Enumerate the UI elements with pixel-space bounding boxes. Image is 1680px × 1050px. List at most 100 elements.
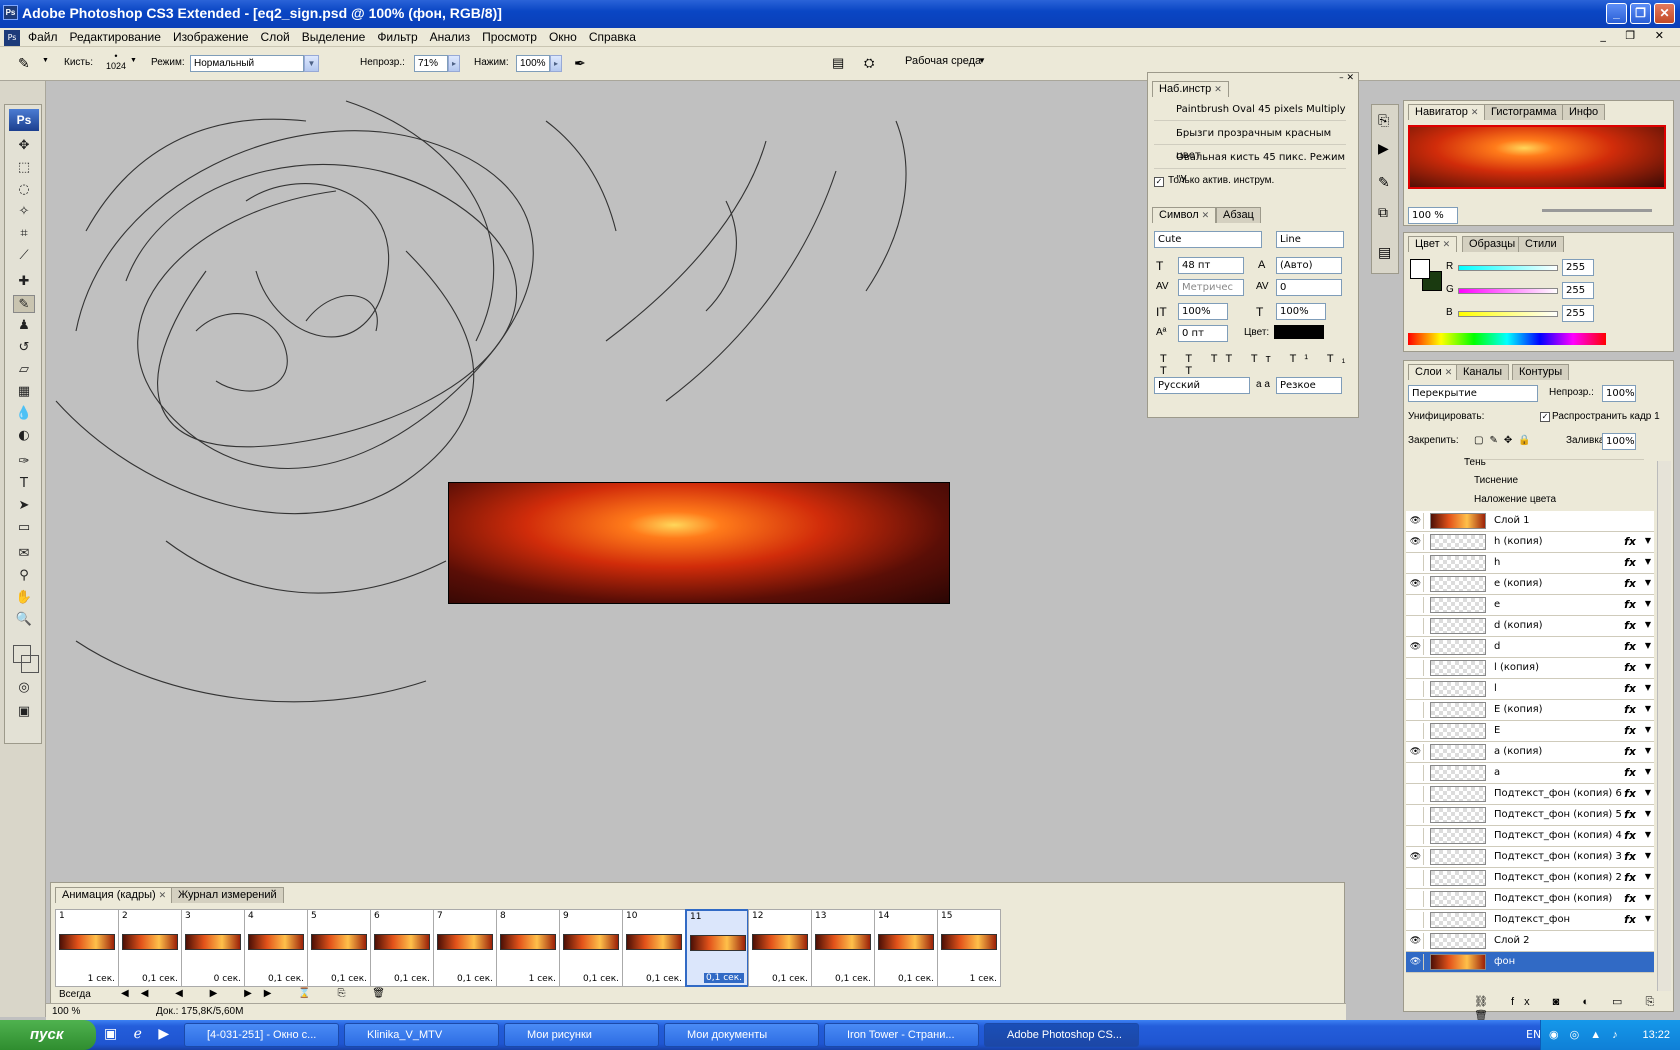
layer-effects-icon[interactable]: fx (1624, 640, 1636, 653)
animation-frame[interactable]: 3 0 сек. (181, 909, 245, 987)
tab-tool-presets[interactable]: Наб.инстр ✕ (1152, 81, 1229, 97)
visibility-eye-icon[interactable] (1408, 618, 1424, 634)
animation-frame[interactable]: 2 0,1 сек. (118, 909, 182, 987)
red-input[interactable]: 255 (1562, 259, 1594, 276)
visibility-eye-icon[interactable] (1408, 870, 1424, 886)
brushes-icon[interactable]: ✎ (1378, 175, 1390, 191)
path-selection-tool-icon[interactable]: ➤ (13, 497, 35, 515)
layer-effects-icon[interactable]: fx (1624, 850, 1636, 863)
layer-effects-icon[interactable]: fx (1624, 745, 1636, 758)
animation-frame[interactable]: 15 1 сек. (937, 909, 1001, 987)
expand-effects-icon[interactable]: ▼ (1645, 683, 1651, 692)
opacity-input[interactable]: 71% (414, 55, 448, 72)
document-canvas[interactable] (46, 81, 1146, 881)
expand-effects-icon[interactable]: ▼ (1645, 809, 1651, 818)
mode-dropdown-icon[interactable]: ▼ (304, 55, 319, 72)
taskbar-item-active[interactable]: Adobe Photoshop CS... (984, 1023, 1139, 1047)
taskbar-item[interactable]: Klinika_V_MTV (344, 1023, 499, 1047)
blue-input[interactable]: 255 (1562, 305, 1594, 322)
layer-row[interactable]: h fx ▼ (1406, 553, 1654, 574)
hand-tool-icon[interactable]: ✋ (13, 589, 35, 607)
expand-effects-icon[interactable]: ▼ (1645, 641, 1651, 650)
brush-tool-icon-active[interactable]: ✎ (13, 295, 35, 313)
bridge-icon[interactable]: ⛭ (864, 55, 874, 71)
frame-delay[interactable]: 0,1 сек. (646, 974, 682, 984)
layer-row[interactable]: Подтекст_фон (копия) 2 fx ▼ (1406, 868, 1654, 889)
layer-row[interactable]: 👁 e (копия) fx ▼ (1406, 574, 1654, 595)
antialias-select[interactable]: Резкое (1276, 377, 1342, 394)
expand-effects-icon[interactable]: ▼ (1645, 872, 1651, 881)
flow-input[interactable]: 100% (516, 55, 550, 72)
screen-mode-icon[interactable]: ▣ (13, 703, 35, 721)
taskbar-item[interactable]: Мои документы (664, 1023, 819, 1047)
expand-effects-icon[interactable]: ▼ (1645, 767, 1651, 776)
expand-effects-icon[interactable]: ▼ (1645, 893, 1651, 902)
zoom-status[interactable]: 100 % (52, 1006, 80, 1017)
fill-input[interactable]: 100% (1602, 433, 1636, 450)
close-icon[interactable]: ✕ (1202, 210, 1210, 220)
tab-paragraph[interactable]: Абзац (1216, 207, 1261, 223)
workspace-button[interactable]: Рабочая среда (905, 55, 981, 67)
blend-mode-select[interactable]: Перекрытие (1408, 385, 1538, 402)
visibility-eye-icon[interactable]: 👁 (1408, 513, 1424, 529)
close-icon[interactable]: ✕ (1443, 239, 1451, 249)
clone-source-icon[interactable]: ⧉ (1378, 205, 1388, 221)
layer-effects-icon[interactable]: fx (1624, 766, 1636, 779)
menu-layer[interactable]: Слой (255, 28, 296, 44)
blur-tool-icon[interactable]: 💧 (13, 405, 35, 423)
only-active-checkbox[interactable]: ✓ (1154, 177, 1164, 187)
visibility-eye-icon[interactable] (1408, 681, 1424, 697)
move-tool-icon[interactable]: ✥ (13, 137, 35, 155)
expand-effects-icon[interactable]: ▼ (1645, 536, 1651, 545)
font-size-input[interactable]: 48 пт (1178, 257, 1244, 274)
frame-delay[interactable]: 0,1 сек. (704, 973, 744, 983)
layer-effects-icon[interactable]: fx (1624, 703, 1636, 716)
dodge-tool-icon[interactable]: ◐ (13, 427, 35, 445)
layer-row[interactable]: Efx ▼ (1406, 721, 1654, 742)
visibility-eye-icon[interactable]: 👁 (1408, 639, 1424, 655)
close-icon[interactable]: ✕ (1445, 367, 1453, 377)
layers-scrollbar[interactable] (1657, 461, 1671, 991)
lock-icons[interactable]: ▢✎✥🔒 (1474, 435, 1537, 446)
expand-effects-icon[interactable]: ▼ (1645, 788, 1651, 797)
frame-delay[interactable]: 1 сек. (970, 974, 997, 984)
animation-frame[interactable]: 12 0,1 сек. (748, 909, 812, 987)
visibility-eye-icon[interactable] (1408, 786, 1424, 802)
tab-character[interactable]: Символ ✕ (1152, 207, 1217, 223)
expand-effects-icon[interactable]: ▼ (1645, 599, 1651, 608)
visibility-eye-icon[interactable]: 👁 (1408, 534, 1424, 550)
layer-row[interactable]: 👁 фон (1406, 952, 1654, 973)
layer-row[interactable]: 👁 Слой 2 (1406, 931, 1654, 952)
font-family-select[interactable]: Cute (1154, 231, 1262, 248)
zoom-tool-icon[interactable]: 🔍 (13, 611, 35, 629)
notes-tool-icon[interactable]: ✉ (13, 545, 35, 563)
effect-bevel[interactable]: Тиснение (1474, 475, 1518, 486)
frame-delay[interactable]: 0 сек. (214, 974, 241, 984)
preset-item[interactable]: Овальная кисть 45 пикс. Режим "У (1154, 147, 1346, 185)
animation-frame[interactable]: 6 0,1 сек. (370, 909, 434, 987)
frame-delay[interactable]: 1 сек. (529, 974, 556, 984)
palette-well-icon[interactable]: ▤ (832, 55, 844, 71)
layer-row[interactable]: Подтекст_фон fx ▼ (1406, 910, 1654, 931)
leading-input[interactable]: (Авто) (1276, 257, 1342, 274)
layer-row[interactable]: a fx ▼ (1406, 763, 1654, 784)
effect-drop-shadow[interactable]: Тень (1464, 457, 1486, 468)
animation-frame[interactable]: 7 0,1 сек. (433, 909, 497, 987)
visibility-eye-icon[interactable] (1408, 807, 1424, 823)
menu-file[interactable]: Файл (22, 28, 64, 44)
vscale-input[interactable]: 100% (1178, 303, 1228, 320)
text-style-buttons[interactable]: T T TT Tт T¹ T₁ T T (1160, 353, 1358, 377)
history-brush-tool-icon[interactable]: ↺ (13, 339, 35, 357)
layer-effects-icon[interactable]: fx (1624, 577, 1636, 590)
propagate-checkbox[interactable]: ✓ (1540, 412, 1550, 422)
red-slider[interactable] (1458, 265, 1558, 271)
brush-picker[interactable]: • 1024 (106, 51, 126, 71)
layer-comps-icon[interactable]: ▤ (1378, 245, 1391, 261)
expand-effects-icon[interactable]: ▼ (1645, 830, 1651, 839)
layer-effects-icon[interactable]: fx (1624, 871, 1636, 884)
layer-row[interactable]: l fx ▼ (1406, 679, 1654, 700)
background-color-swatch[interactable] (21, 655, 39, 673)
layer-row[interactable]: e fx ▼ (1406, 595, 1654, 616)
visibility-eye-icon[interactable] (1408, 702, 1424, 718)
document-icon[interactable]: Ps (4, 30, 20, 46)
